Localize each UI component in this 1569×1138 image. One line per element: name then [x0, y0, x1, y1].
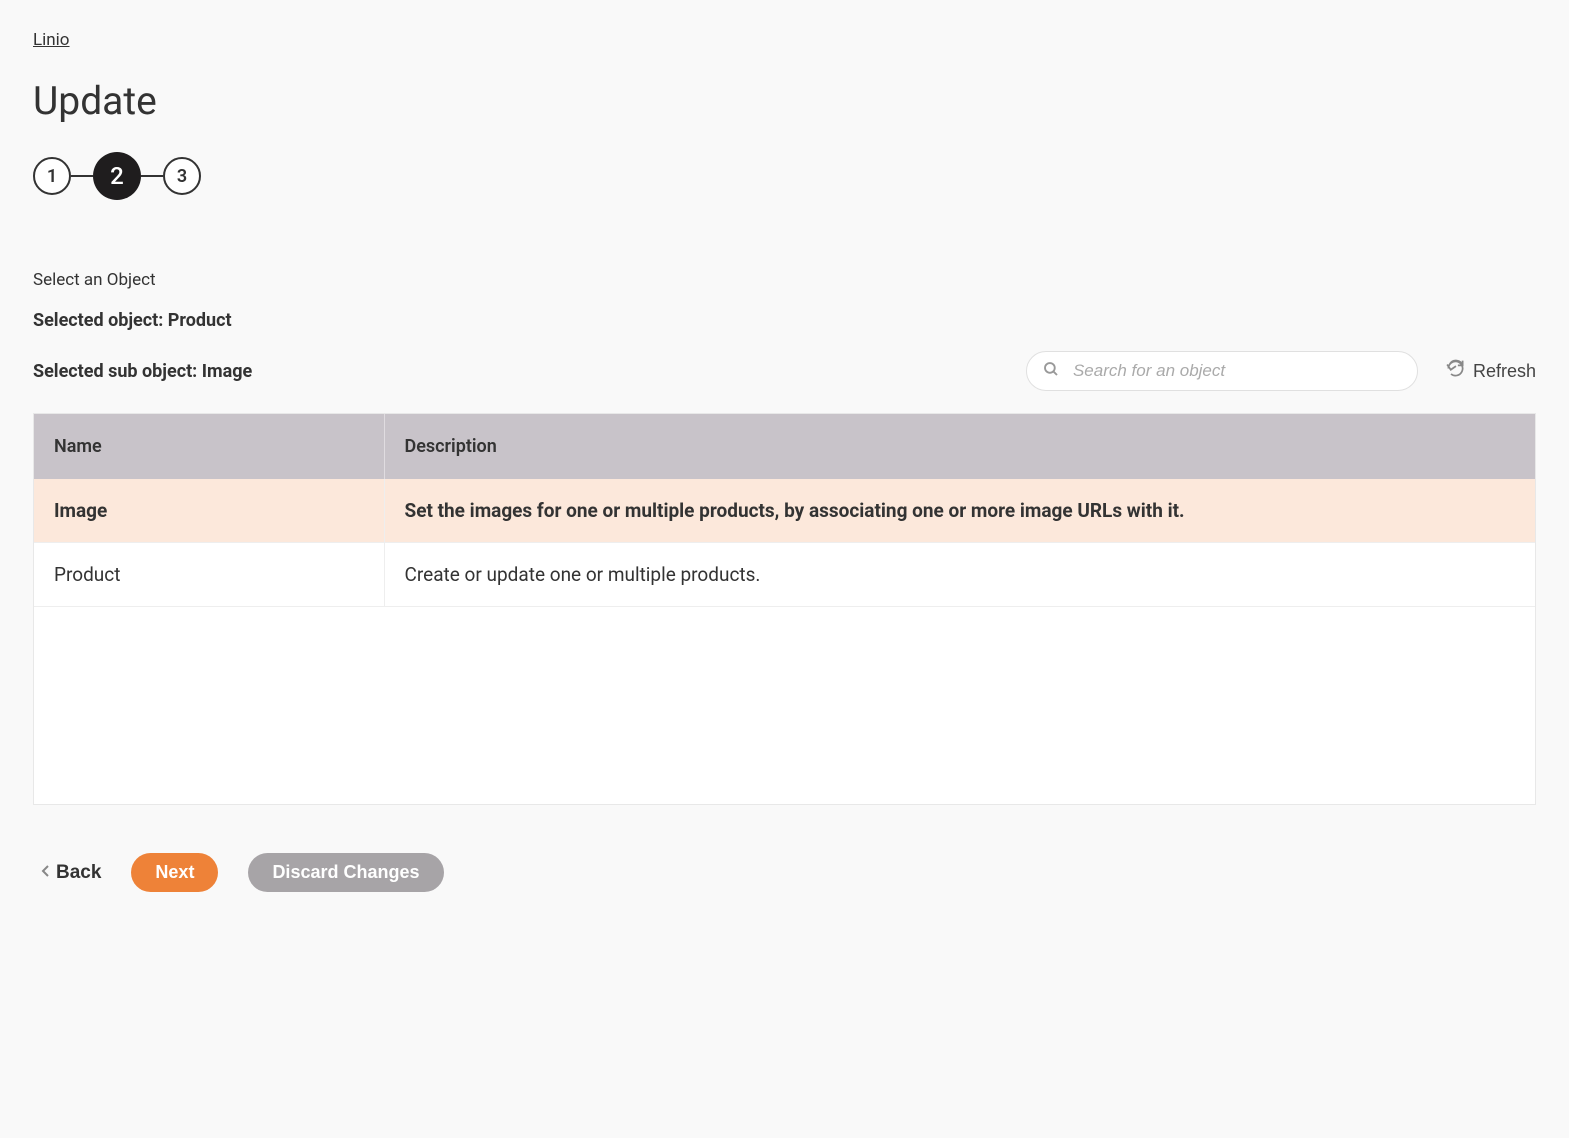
search-icon — [1042, 360, 1060, 382]
object-table: Name Description Image Set the images fo… — [34, 414, 1535, 607]
selected-sub-object-text: Selected sub object: Image — [33, 361, 252, 382]
step-2[interactable]: 2 — [93, 152, 141, 200]
object-table-container: Name Description Image Set the images fo… — [33, 413, 1536, 805]
table-cell-name: Image — [34, 479, 384, 543]
selected-object-text: Selected object: Product — [33, 310, 1536, 331]
step-connector — [141, 175, 163, 177]
back-label: Back — [56, 862, 101, 884]
refresh-icon — [1446, 359, 1465, 383]
step-connector — [71, 175, 93, 177]
table-header-description[interactable]: Description — [384, 414, 1535, 479]
discard-button[interactable]: Discard Changes — [248, 853, 443, 892]
footer-buttons: Back Next Discard Changes — [33, 853, 1536, 892]
table-row[interactable]: Image Set the images for one or multiple… — [34, 479, 1535, 543]
step-1[interactable]: 1 — [33, 157, 71, 195]
next-button[interactable]: Next — [131, 853, 218, 892]
chevron-left-icon — [41, 862, 50, 884]
table-header-name[interactable]: Name — [34, 414, 384, 479]
back-button[interactable]: Back — [41, 862, 101, 884]
table-cell-description: Create or update one or multiple product… — [384, 543, 1535, 607]
table-row[interactable]: Product Create or update one or multiple… — [34, 543, 1535, 607]
stepper: 1 2 3 — [33, 152, 1536, 200]
refresh-label: Refresh — [1473, 361, 1536, 382]
table-cell-description: Set the images for one or multiple produ… — [384, 479, 1535, 543]
search-input[interactable] — [1026, 351, 1418, 391]
step-3[interactable]: 3 — [163, 157, 201, 195]
breadcrumb-link[interactable]: Linio — [33, 30, 70, 50]
page-title: Update — [33, 78, 1536, 124]
table-cell-name: Product — [34, 543, 384, 607]
section-label: Select an Object — [33, 270, 1536, 290]
search-wrapper — [1026, 351, 1418, 391]
refresh-button[interactable]: Refresh — [1446, 359, 1536, 383]
